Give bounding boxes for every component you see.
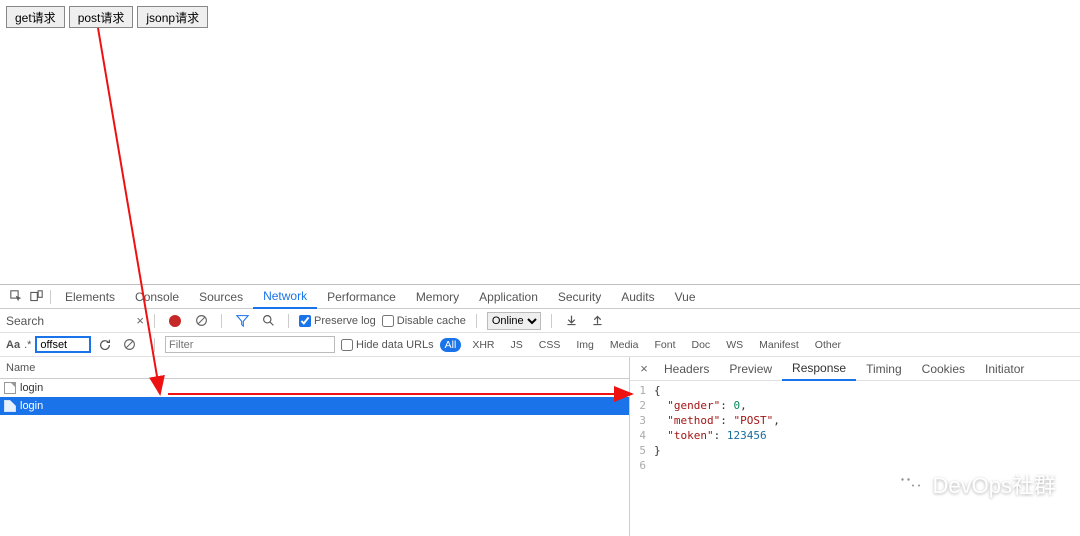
get-request-button[interactable]: get请求 xyxy=(6,6,65,28)
device-toggle-icon[interactable] xyxy=(26,287,46,307)
network-filter-row: Aa .* Hide data URLs All XHR JS CSS Img xyxy=(0,333,1080,357)
file-icon xyxy=(4,382,16,394)
tab-elements[interactable]: Elements xyxy=(55,286,125,308)
request-list: Name login login xyxy=(0,357,630,536)
hide-data-urls-input[interactable] xyxy=(341,339,353,351)
tab-sources[interactable]: Sources xyxy=(189,286,253,308)
tab-network[interactable]: Network xyxy=(253,285,317,309)
tab-security[interactable]: Security xyxy=(548,286,611,308)
filter-type-other[interactable]: Other xyxy=(810,338,846,352)
preserve-log-label: Preserve log xyxy=(314,315,376,327)
close-icon[interactable]: × xyxy=(136,313,144,328)
filter-type-all[interactable]: All xyxy=(440,338,462,352)
filter-type-manifest[interactable]: Manifest xyxy=(754,338,804,352)
throttling-select[interactable]: Online xyxy=(487,312,541,330)
detail-tab-preview[interactable]: Preview xyxy=(719,358,782,380)
request-list-header[interactable]: Name xyxy=(0,357,629,379)
watermark: DevOps社群 xyxy=(895,468,1056,500)
request-name: login xyxy=(20,382,43,394)
preserve-log-checkbox[interactable]: Preserve log xyxy=(299,315,376,327)
response-body[interactable]: 123456 { "gender": 0, "method": "POST", … xyxy=(630,381,1080,536)
disable-cache-checkbox[interactable]: Disable cache xyxy=(382,315,466,327)
regex-toggle[interactable]: .* xyxy=(24,339,31,351)
detail-tabstrip: × Headers Preview Response Timing Cookie… xyxy=(630,357,1080,381)
request-row[interactable]: login xyxy=(0,397,629,415)
upload-icon[interactable] xyxy=(588,311,608,331)
inspect-icon[interactable] xyxy=(6,287,26,307)
filter-type-font[interactable]: Font xyxy=(649,338,680,352)
network-toolbar: Search × Preserve log Disable cac xyxy=(0,309,1080,333)
hide-data-urls-label: Hide data URLs xyxy=(356,339,434,351)
match-case-toggle[interactable]: Aa xyxy=(6,339,20,351)
filter-type-img[interactable]: Img xyxy=(571,338,599,352)
post-request-button[interactable]: post请求 xyxy=(69,6,134,28)
detail-tab-response[interactable]: Response xyxy=(782,357,856,381)
network-body: Name login login × Headers Preview xyxy=(0,357,1080,536)
line-gutter: 123456 xyxy=(630,381,650,536)
tab-vue[interactable]: Vue xyxy=(665,286,706,308)
jsonp-request-button[interactable]: jsonp请求 xyxy=(137,6,208,28)
filter-type-xhr[interactable]: XHR xyxy=(467,338,499,352)
search-pane-label: Search xyxy=(6,314,136,328)
search-icon[interactable] xyxy=(258,311,278,331)
tab-audits[interactable]: Audits xyxy=(611,286,664,308)
response-code: { "gender": 0, "method": "POST", "token"… xyxy=(650,381,780,536)
wechat-icon xyxy=(895,471,925,497)
detail-tab-initiator[interactable]: Initiator xyxy=(975,358,1034,380)
detail-tab-cookies[interactable]: Cookies xyxy=(912,358,975,380)
clear-search-icon[interactable] xyxy=(119,335,139,355)
disable-cache-input[interactable] xyxy=(382,315,394,327)
tab-memory[interactable]: Memory xyxy=(406,286,469,308)
tab-performance[interactable]: Performance xyxy=(317,286,406,308)
record-icon[interactable] xyxy=(165,311,185,331)
refresh-icon[interactable] xyxy=(95,335,115,355)
filter-type-doc[interactable]: Doc xyxy=(687,338,716,352)
filter-type-css[interactable]: CSS xyxy=(534,338,566,352)
hide-data-urls-checkbox[interactable]: Hide data URLs xyxy=(341,339,434,351)
filter-type-media[interactable]: Media xyxy=(605,338,644,352)
watermark-text: DevOps社群 xyxy=(933,468,1056,500)
filter-input[interactable] xyxy=(165,336,335,353)
file-icon xyxy=(4,400,16,412)
detail-tab-headers[interactable]: Headers xyxy=(654,358,719,380)
download-icon[interactable] xyxy=(562,311,582,331)
filter-icon[interactable] xyxy=(232,311,252,331)
search-input[interactable] xyxy=(35,336,91,353)
detail-tab-timing[interactable]: Timing xyxy=(856,358,912,380)
request-row[interactable]: login xyxy=(0,379,629,397)
demo-button-row: get请求 post请求 jsonp请求 xyxy=(0,0,1080,34)
request-name: login xyxy=(20,400,43,412)
disable-cache-label: Disable cache xyxy=(397,315,466,327)
clear-icon[interactable] xyxy=(191,311,211,331)
devtools-tabstrip: Elements Console Sources Network Perform… xyxy=(0,285,1080,309)
tab-application[interactable]: Application xyxy=(469,286,548,308)
request-detail: × Headers Preview Response Timing Cookie… xyxy=(630,357,1080,536)
filter-type-js[interactable]: JS xyxy=(506,338,528,352)
preserve-log-input[interactable] xyxy=(299,315,311,327)
tab-console[interactable]: Console xyxy=(125,286,189,308)
filter-type-ws[interactable]: WS xyxy=(721,338,748,352)
close-detail-icon[interactable]: × xyxy=(634,361,654,376)
